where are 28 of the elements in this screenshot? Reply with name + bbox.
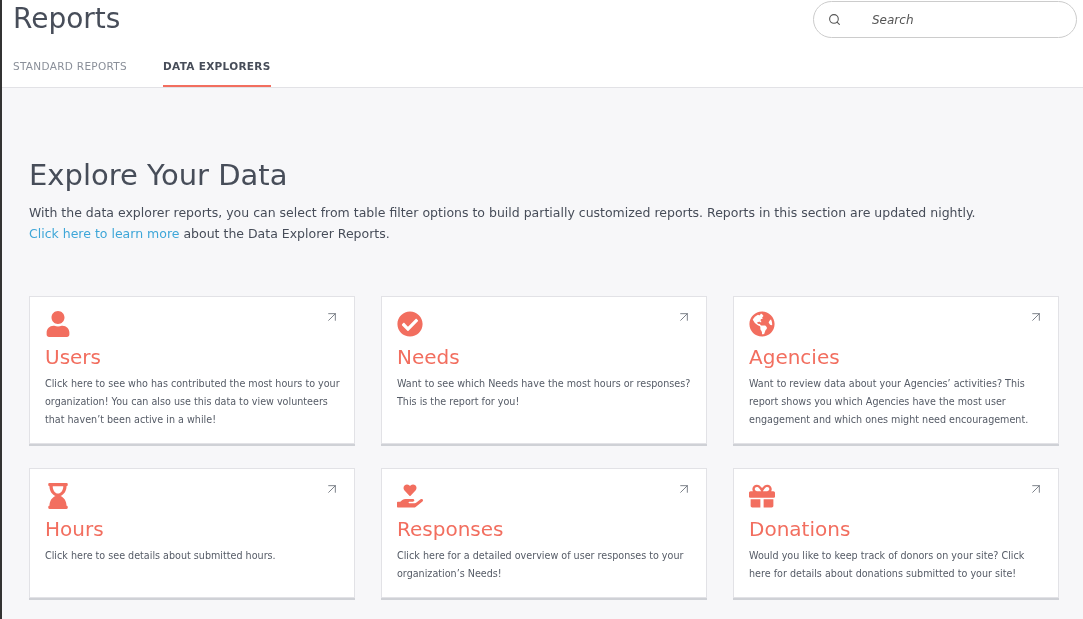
report-card[interactable]: Needs Want to see which Needs have the most hours or responses? This is the report for you! — [381, 296, 707, 444]
report-card[interactable]: Responses Click here for a detailed overview of user responses to your organization’s Needs! — [381, 468, 707, 598]
search-icon — [828, 13, 841, 26]
card-title: Needs — [397, 345, 461, 369]
card-description: Would you like to keep track of donors on your site? Click here for details about donations submitted to your site! — [749, 549, 1026, 581]
card-description: Click here to see details about submitted hours. — [45, 549, 277, 563]
card-description: Click here to see who has contributed the most hours to your organization! You can also use this data to view volunteers that haven’t been active in a while! — [45, 377, 340, 427]
card-title: Users — [45, 345, 102, 369]
card-description: Click here for a detailed overview of user responses to your organization’s Needs! — [397, 549, 685, 581]
report-card[interactable]: Users Click here to see who has contributed the most hours to your organization! You can also use this data to view volunteers that haven’t been active in a while! — [29, 296, 355, 444]
page-title: Reports — [13, 2, 121, 35]
report-card[interactable]: Donations Would you like to keep track of donors on your site? Click here for details about donations submitted to your site! — [733, 468, 1059, 598]
gift-icon — [749, 483, 775, 509]
intro-paragraph: With the data explorer reports, you can select from table filter options to build partially customized reports. Reports in this section are updated nightly. Click here to learn more about the Data Explorer Reports. — [29, 204, 977, 243]
heart-hands-icon — [397, 483, 423, 509]
section-heading: Explore Your Data — [29, 158, 289, 192]
card-title: Hours — [45, 517, 105, 541]
report-card[interactable]: Hours Click here to see details about submitted hours. — [29, 468, 355, 598]
card-title: Donations — [749, 517, 852, 541]
hourglass-icon — [45, 483, 71, 509]
card-description: Want to review data about your Agencies’ activities? This report shows you which Agencies have the most user engagement and which ones might need encouragement. — [749, 377, 1030, 427]
card-title: Agencies — [749, 345, 841, 369]
search-field[interactable]: Search — [813, 1, 1077, 38]
tab[interactable]: DATA EXPLORERS — [163, 60, 271, 87]
user-icon — [45, 311, 71, 337]
card-description: Want to see which Needs have the most hours or responses? This is the report for you! — [397, 377, 692, 409]
card-title: Responses — [397, 517, 505, 541]
report-card[interactable]: Agencies Want to review data about your Agencies’ activities? This report shows you which Agencies have the most user engagement and which ones might need encouragement. — [733, 296, 1059, 444]
